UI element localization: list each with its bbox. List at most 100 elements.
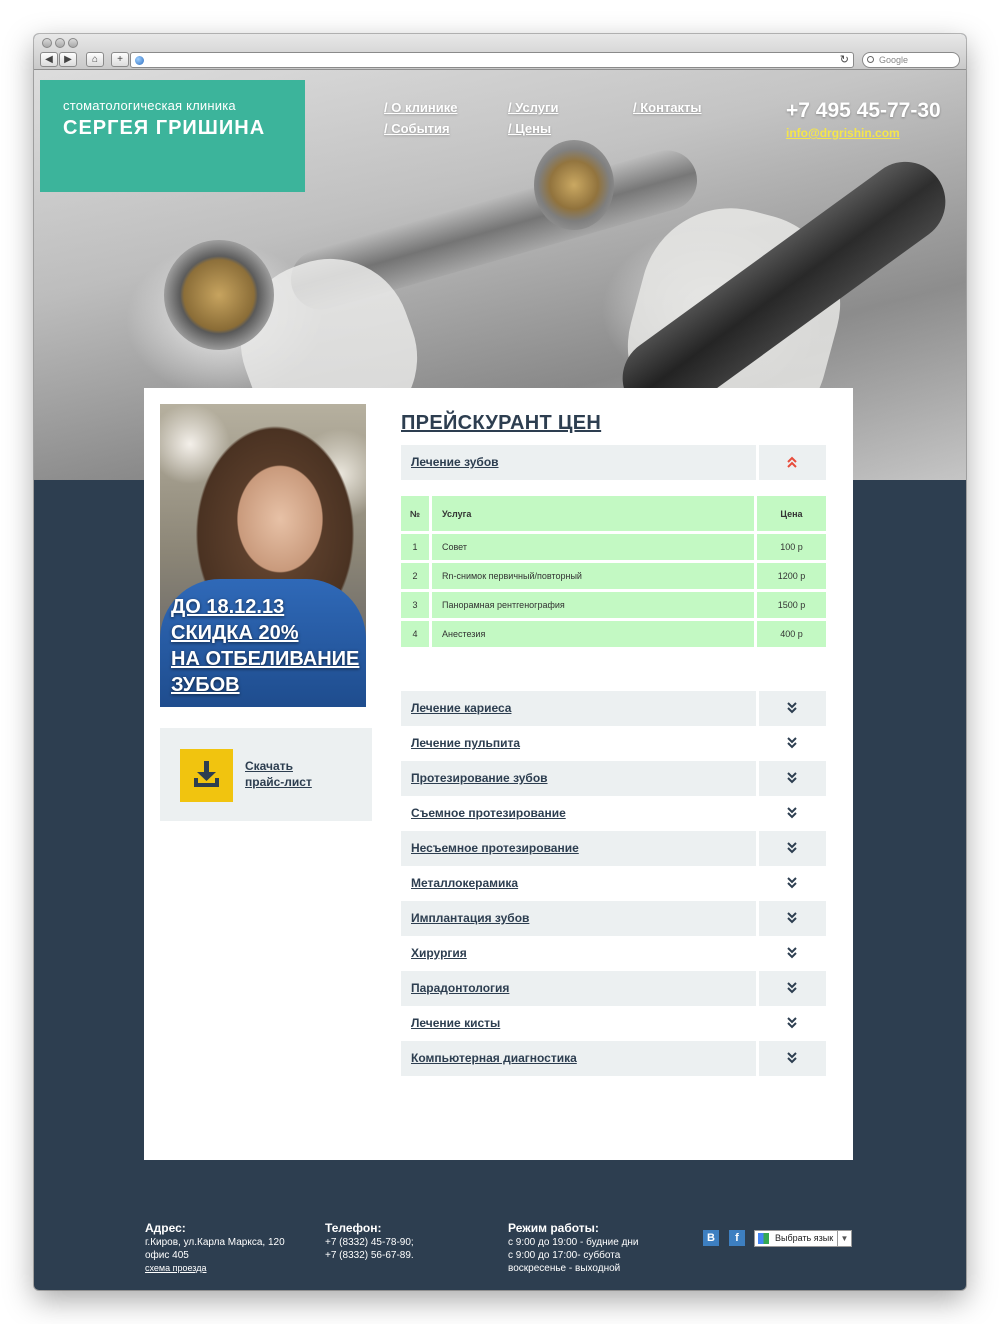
accordion-item-label: Лечение кариеса <box>411 701 512 715</box>
nav-prices[interactable]: / Цены <box>508 121 551 136</box>
footer-phone: Телефон: +7 (8332) 45-78-90; +7 (8332) 5… <box>325 1222 414 1262</box>
download-pricelist-button[interactable]: Скачать прайс-лист <box>160 728 372 821</box>
table-cell: 3 <box>401 592 432 618</box>
add-bookmark-button[interactable]: + <box>111 52 129 67</box>
globe-icon <box>135 56 144 65</box>
price-table: № Услуга Цена 1 Совет 100 р 2 Rn-снимок … <box>401 493 826 650</box>
table-cell: 100 р <box>757 534 826 560</box>
table-row: 3 Панорамная рентгенография 1500 р <box>401 592 826 618</box>
accordion-item-label: Металлокерамика <box>411 876 519 890</box>
accordion-item[interactable]: Имплантация зубов <box>401 901 826 936</box>
table-cell: 1500 р <box>757 592 826 618</box>
pricelist-title: ПРЕЙСКУРАНТ ЦЕН <box>401 412 602 434</box>
accordion-item[interactable]: Металлокерамика <box>401 866 826 901</box>
directions-link[interactable]: схема проезда <box>145 1263 206 1273</box>
table-cell: 1200 р <box>757 563 826 589</box>
table-cell: 400 р <box>757 621 826 647</box>
search-field[interactable]: Google <box>862 52 960 68</box>
accordion-item[interactable]: Несъемное протезирование <box>401 831 826 866</box>
header-email-link[interactable]: info@drgrishin.com <box>786 126 900 140</box>
promo-line: ЗУБОВ <box>171 674 240 696</box>
accordion-item-label: Парадонтология <box>411 981 510 995</box>
chevron-down-icon <box>787 842 797 854</box>
table-cell: Анестезия <box>432 621 757 647</box>
chevron-down-icon <box>787 877 797 889</box>
chevron-down-icon <box>787 702 797 714</box>
accordion-item-open[interactable]: Лечение зубов <box>401 445 826 480</box>
promo-line: СКИДКА 20% <box>171 622 299 644</box>
accordion-item-label: Компьютерная диагностика <box>411 1051 577 1065</box>
accordion-item-label: Лечение зубов <box>411 455 499 469</box>
table-cell: 4 <box>401 621 432 647</box>
browser-window: ◀ ▶ ⌂ + ↻ Google стоматологическая клини… <box>34 34 966 1290</box>
footer-hours-line: воскресенье - выходной <box>508 1263 621 1274</box>
accordion-item[interactable]: Парадонтология <box>401 971 826 1006</box>
table-row: 1 Совет 100 р <box>401 534 826 560</box>
promo-text: ДО 18.12.13 СКИДКА 20% НА ОТБЕЛИВАНИЕ ЗУ… <box>171 594 359 698</box>
vk-icon[interactable]: B <box>703 1230 719 1246</box>
home-button[interactable]: ⌂ <box>86 52 104 67</box>
footer-address-title: Адрес: <box>145 1221 186 1235</box>
accordion-item-label: Протезирование зубов <box>411 771 548 785</box>
chevron-down-icon <box>787 947 797 959</box>
chevron-down-icon <box>787 807 797 819</box>
nav-about[interactable]: / О клинике <box>384 100 457 115</box>
table-cell: 1 <box>401 534 432 560</box>
logo-subtitle: стоматологическая клиника <box>63 98 236 113</box>
facebook-icon[interactable]: f <box>729 1230 745 1246</box>
close-window-icon[interactable] <box>42 38 52 48</box>
address-bar[interactable]: ↻ <box>130 52 854 68</box>
accordion-item[interactable]: Протезирование зубов <box>401 761 826 796</box>
nav-events[interactable]: / События <box>384 121 450 136</box>
download-icon <box>180 749 233 802</box>
minimize-window-icon[interactable] <box>55 38 65 48</box>
search-placeholder: Google <box>879 55 909 65</box>
language-select-label: Выбрать язык <box>775 1233 834 1243</box>
reload-icon[interactable]: ↻ <box>840 53 849 67</box>
nav-contacts[interactable]: / Контакты <box>633 100 702 115</box>
accordion-item-label: Имплантация зубов <box>411 911 530 925</box>
footer-hours-line: с 9:00 до 17:00- суббота <box>508 1250 621 1261</box>
promo-banner[interactable]: ДО 18.12.13 СКИДКА 20% НА ОТБЕЛИВАНИЕ ЗУ… <box>160 404 366 707</box>
download-label-line1: Скачать <box>245 759 293 773</box>
accordion-item-label: Лечение кисты <box>411 1016 501 1030</box>
logo-title: СЕРГЕЯ ГРИШИНА <box>63 117 266 139</box>
table-cell: 2 <box>401 563 432 589</box>
accordion-item[interactable]: Лечение кариеса <box>401 691 826 726</box>
maximize-window-icon[interactable] <box>68 38 78 48</box>
chevron-up-icon <box>787 456 797 468</box>
table-header-cell: Цена <box>757 496 826 531</box>
accordion-item[interactable]: Лечение кисты <box>401 1006 826 1041</box>
table-row: 2 Rn-снимок первичный/повторный 1200 р <box>401 563 826 589</box>
accordion-item[interactable]: Лечение пульпита <box>401 726 826 761</box>
table-cell: Совет <box>432 534 757 560</box>
table-row: 4 Анестезия 400 р <box>401 621 826 647</box>
accordion-item-label: Несъемное протезирование <box>411 841 579 855</box>
table-header-cell: № <box>401 496 432 531</box>
footer-address-line: г.Киров, ул.Карла Маркса, 120 <box>145 1237 285 1248</box>
accordion-item[interactable]: Хирургия <box>401 936 826 971</box>
footer-address-line: офис 405 <box>145 1250 189 1261</box>
back-button[interactable]: ◀ <box>40 52 58 67</box>
accordion-item[interactable]: Компьютерная диагностика <box>401 1041 826 1076</box>
chevron-down-icon <box>787 772 797 784</box>
footer-hours: Режим работы: с 9:00 до 19:00 - будние д… <box>508 1222 639 1275</box>
accordion-item-label: Лечение пульпита <box>411 736 521 750</box>
nav-services[interactable]: / Услуги <box>508 100 558 115</box>
content-panel: ДО 18.12.13 СКИДКА 20% НА ОТБЕЛИВАНИЕ ЗУ… <box>144 388 853 1160</box>
footer-phone-line: +7 (8332) 45-78-90; <box>325 1237 414 1248</box>
chevron-down-icon: ▼ <box>837 1231 851 1246</box>
table-header-row: № Услуга Цена <box>401 496 826 531</box>
forward-button[interactable]: ▶ <box>59 52 77 67</box>
table-header-cell: Услуга <box>432 496 757 531</box>
chevron-down-icon <box>787 912 797 924</box>
web-page: стоматологическая клиника СЕРГЕЯ ГРИШИНА… <box>34 70 966 1290</box>
accordion-item[interactable]: Съемное протезирование <box>401 796 826 831</box>
chevron-down-icon <box>787 1017 797 1029</box>
footer-address: Адрес: г.Киров, ул.Карла Маркса, 120 офи… <box>145 1222 285 1275</box>
download-label-line2: прайс-лист <box>245 775 312 789</box>
browser-toolbar: ◀ ▶ ⌂ + ↻ Google <box>34 34 966 70</box>
language-select[interactable]: Выбрать язык ▼ <box>754 1230 852 1247</box>
clinic-logo[interactable]: стоматологическая клиника СЕРГЕЯ ГРИШИНА <box>40 80 305 192</box>
header-phone: +7 495 45-77-30 <box>786 99 941 122</box>
